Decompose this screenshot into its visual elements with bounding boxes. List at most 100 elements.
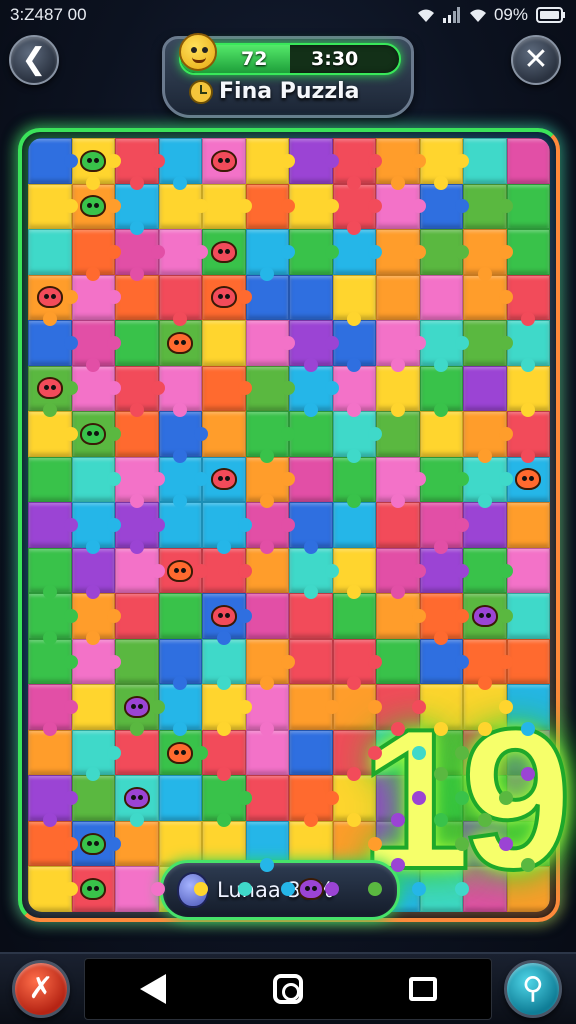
puzzle-piece[interactable] [376, 365, 420, 418]
puzzle-piece[interactable] [289, 274, 333, 321]
puzzle-piece[interactable] [332, 547, 376, 600]
puzzle-piece[interactable] [463, 183, 513, 230]
puzzle-piece[interactable] [115, 684, 165, 736]
puzzle-piece[interactable] [245, 638, 295, 691]
puzzle-piece[interactable] [158, 183, 208, 230]
puzzle-piece[interactable] [506, 456, 550, 503]
puzzle-piece[interactable] [202, 775, 252, 827]
puzzle-piece[interactable] [202, 729, 246, 782]
puzzle-piece[interactable] [28, 229, 72, 275]
puzzle-piece[interactable] [332, 274, 376, 327]
puzzle-piece[interactable] [463, 502, 507, 548]
puzzle-piece[interactable] [419, 502, 469, 554]
puzzle-piece[interactable] [245, 229, 295, 281]
puzzle-piece[interactable] [28, 684, 78, 736]
puzzle-piece[interactable] [463, 138, 507, 184]
puzzle-piece[interactable] [332, 229, 382, 275]
puzzle-piece[interactable] [245, 729, 289, 776]
puzzle-piece[interactable] [28, 593, 78, 645]
puzzle-piece[interactable] [28, 820, 78, 867]
puzzle-piece[interactable] [506, 274, 550, 327]
puzzle-piece[interactable] [332, 593, 376, 639]
puzzle-piece[interactable] [245, 138, 295, 184]
puzzle-piece[interactable] [506, 593, 550, 639]
puzzle-piece[interactable] [332, 411, 382, 463]
puzzle-piece[interactable] [419, 138, 469, 190]
puzzle-piece[interactable] [202, 365, 252, 412]
puzzle-piece[interactable] [376, 183, 426, 230]
puzzle-piece[interactable] [463, 365, 507, 412]
puzzle-piece[interactable] [376, 229, 426, 275]
puzzle-piece[interactable] [202, 456, 246, 503]
puzzle-piece[interactable] [28, 183, 78, 230]
puzzle-piece[interactable] [245, 775, 289, 821]
puzzle-piece[interactable] [376, 411, 420, 457]
puzzle-piece[interactable] [115, 183, 159, 236]
puzzle-piece[interactable] [202, 547, 252, 594]
puzzle-piece[interactable] [245, 411, 295, 463]
puzzle-piece[interactable] [158, 775, 202, 821]
puzzle-piece[interactable] [28, 274, 78, 327]
puzzle-piece[interactable] [28, 547, 72, 600]
puzzle-piece[interactable] [245, 547, 289, 594]
puzzle-piece[interactable] [71, 638, 121, 685]
close-button[interactable]: ✕ [511, 35, 561, 85]
puzzle-piece[interactable] [463, 638, 513, 691]
tools-button[interactable]: ✗ [12, 960, 70, 1018]
puzzle-piece[interactable] [71, 229, 121, 281]
puzzle-piece[interactable] [158, 411, 208, 463]
puzzle-piece[interactable] [71, 684, 115, 730]
puzzle-piece[interactable] [245, 684, 289, 736]
puzzle-piece[interactable] [202, 138, 246, 184]
puzzle-piece[interactable] [158, 502, 202, 548]
puzzle-piece[interactable] [202, 274, 252, 321]
puzzle-piece[interactable] [289, 229, 339, 275]
puzzle-piece[interactable] [376, 274, 420, 321]
back-button[interactable]: ❮ [9, 35, 59, 85]
puzzle-piece[interactable] [28, 502, 78, 548]
puzzle-piece[interactable] [71, 547, 115, 600]
puzzle-piece[interactable] [202, 638, 246, 691]
puzzle-piece[interactable] [158, 320, 202, 366]
puzzle-piece[interactable] [419, 411, 463, 457]
puzzle-piece[interactable] [245, 183, 295, 230]
puzzle-piece[interactable] [115, 365, 165, 418]
puzzle-piece[interactable] [463, 593, 513, 639]
puzzle-piece[interactable] [506, 229, 550, 275]
puzzle-piece[interactable] [115, 820, 159, 867]
puzzle-piece[interactable] [506, 365, 550, 418]
puzzle-piece[interactable] [332, 365, 376, 418]
puzzle-piece[interactable] [28, 456, 72, 503]
puzzle-piece[interactable] [71, 411, 121, 457]
puzzle-piece[interactable] [289, 411, 333, 457]
puzzle-piece[interactable] [202, 411, 246, 457]
puzzle-piece[interactable] [419, 274, 463, 321]
puzzle-piece[interactable] [289, 684, 339, 730]
puzzle-piece[interactable] [245, 365, 295, 412]
puzzle-piece[interactable] [506, 411, 550, 463]
puzzle-piece[interactable] [419, 456, 469, 503]
puzzle-piece[interactable] [419, 547, 469, 594]
puzzle-piece[interactable] [419, 638, 469, 685]
puzzle-piece[interactable] [71, 820, 121, 867]
puzzle-piece[interactable] [289, 365, 339, 418]
puzzle-piece[interactable] [202, 320, 246, 366]
puzzle-piece[interactable] [71, 502, 121, 554]
puzzle-piece[interactable] [332, 320, 376, 372]
puzzle-piece[interactable] [158, 274, 202, 327]
puzzle-piece[interactable] [115, 593, 159, 639]
puzzle-piece[interactable] [158, 229, 208, 275]
puzzle-piece[interactable] [158, 684, 202, 736]
puzzle-piece[interactable] [506, 502, 550, 548]
puzzle-piece[interactable] [376, 320, 426, 372]
puzzle-piece[interactable] [158, 365, 202, 418]
puzzle-piece[interactable] [332, 138, 382, 190]
puzzle-piece[interactable] [202, 229, 246, 275]
home-key[interactable] [258, 964, 318, 1014]
puzzle-piece[interactable] [419, 320, 469, 372]
puzzle-piece[interactable] [115, 229, 165, 281]
puzzle-piece[interactable] [158, 638, 202, 691]
puzzle-piece[interactable] [332, 638, 382, 691]
puzzle-piece[interactable] [419, 365, 463, 418]
puzzle-piece[interactable] [463, 274, 513, 321]
